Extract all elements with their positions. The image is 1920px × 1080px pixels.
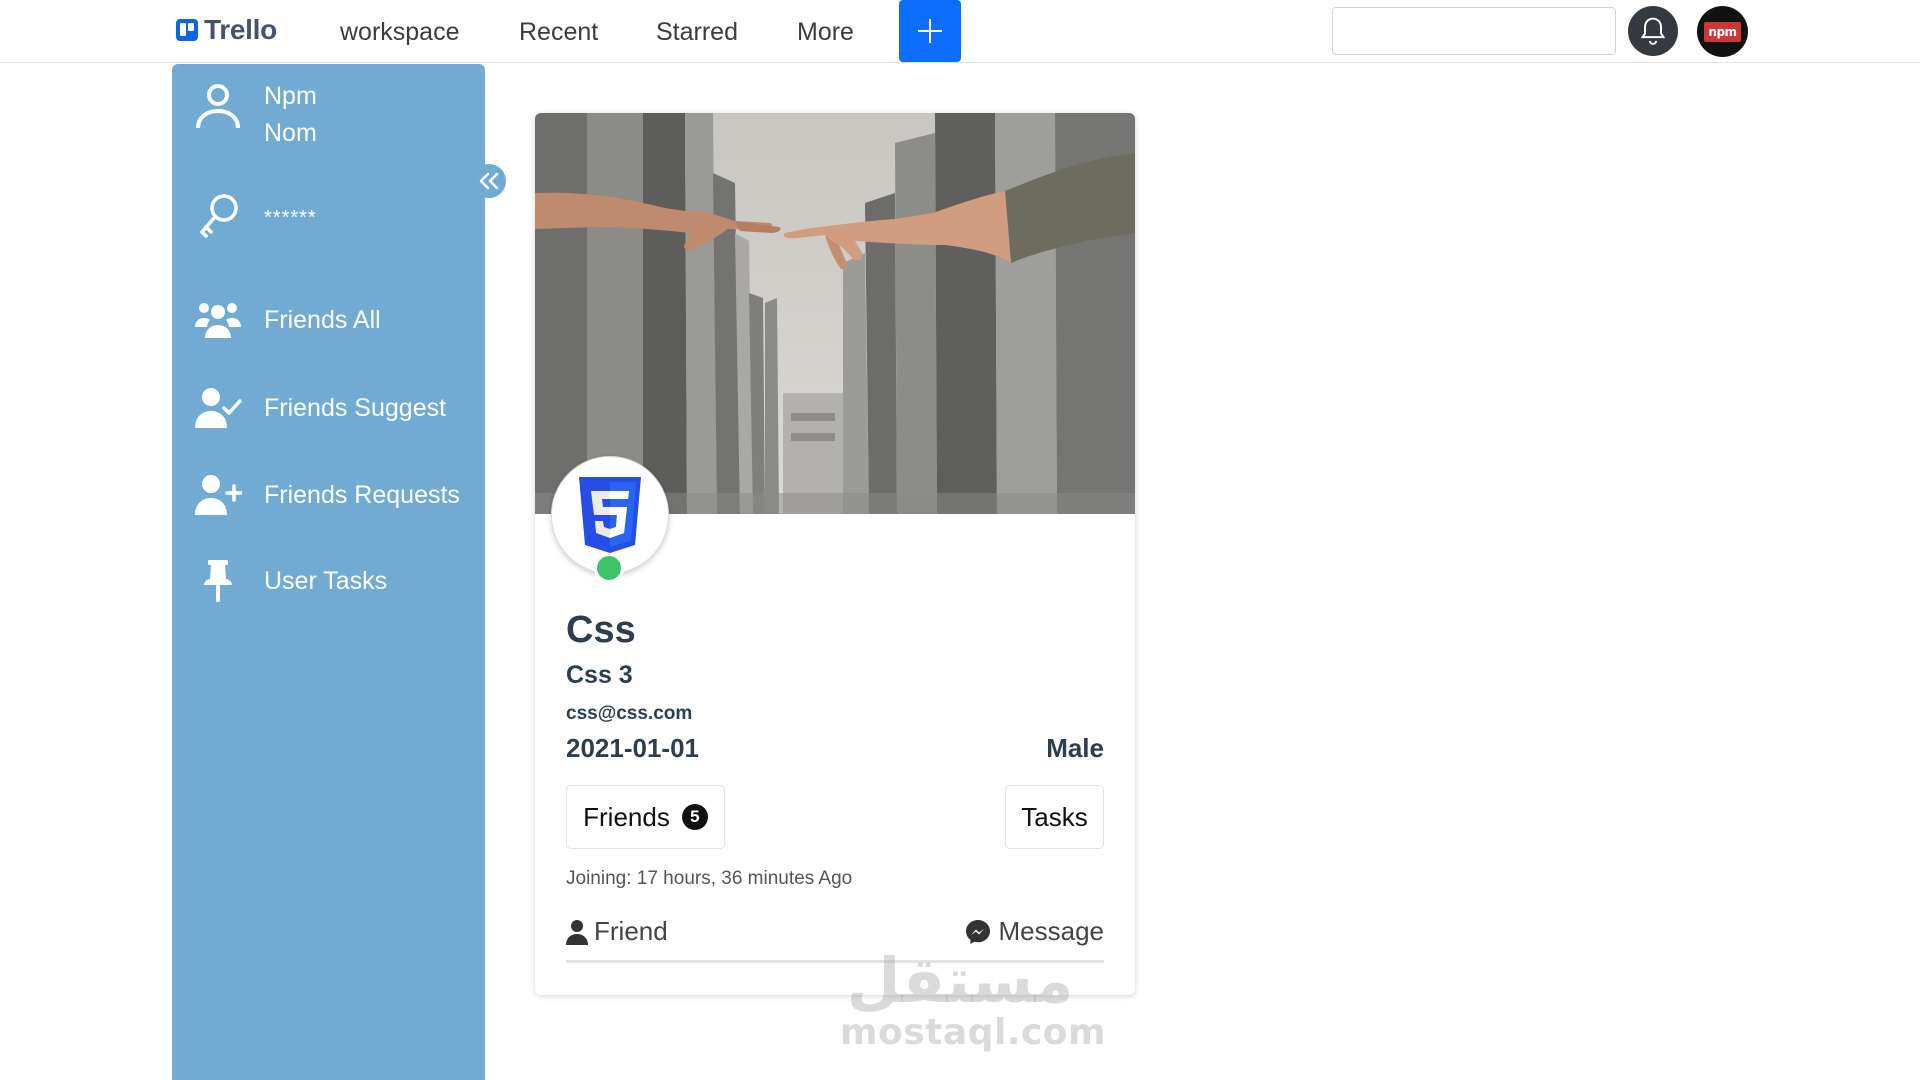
sidebar-item-label: User Tasks: [264, 566, 388, 595]
notifications-button[interactable]: [1628, 6, 1678, 56]
friend-action[interactable]: Friend: [566, 916, 668, 947]
sidebar-item-friends-requests[interactable]: Friends Requests: [194, 473, 460, 517]
add-button[interactable]: [899, 0, 961, 62]
message-action-label: Message: [998, 916, 1105, 946]
profile-gender: Male: [1046, 733, 1104, 763]
search-input[interactable]: [1332, 7, 1616, 55]
collapse-sidebar-button[interactable]: [472, 164, 506, 198]
card-divider: [566, 960, 1104, 963]
profile-name: Css: [566, 609, 636, 651]
online-status-indicator: [594, 553, 624, 583]
user-first-name: Npm: [264, 82, 317, 110]
friends-button-label: Friends: [583, 801, 670, 832]
tasks-button[interactable]: Tasks: [1005, 785, 1104, 849]
pushpin-icon: [204, 560, 232, 602]
watermark-latin: mostaql.com: [840, 1012, 1107, 1053]
profile-subname: Css 3: [566, 661, 633, 689]
brand-logo[interactable]: Trello: [176, 14, 277, 46]
brand-name: Trello: [204, 14, 277, 45]
sidebar-item-password[interactable]: ******: [194, 190, 317, 246]
user-avatar[interactable]: npm: [1697, 6, 1748, 57]
profile-email: css@css.com: [566, 703, 693, 724]
sidebar: Npm Nom ****** Friends All Friends Sugge…: [172, 64, 506, 1080]
sidebar-user[interactable]: Npm Nom: [194, 78, 317, 152]
friend-action-label: Friend: [594, 916, 668, 946]
user-last-name: Nom: [264, 119, 317, 147]
sidebar-item-label: Friends Suggest: [264, 393, 447, 422]
sidebar-item-label: Friends All: [264, 305, 381, 334]
user-plus-icon: [195, 475, 242, 515]
friends-button[interactable]: Friends 5: [566, 785, 725, 849]
user-check-icon: [195, 388, 242, 428]
tasks-button-label: Tasks: [1021, 801, 1088, 832]
messenger-icon: [965, 919, 990, 944]
sidebar-item-label: Friends Requests: [264, 480, 460, 509]
css3-logo-icon: [579, 477, 641, 553]
nav-link-workspace[interactable]: workspace: [340, 18, 460, 47]
profile-card: Css Css 3 css@css.com 2021-01-01 Male Fr…: [535, 113, 1135, 995]
password-mask: ******: [264, 206, 317, 229]
friends-count-badge: 5: [681, 804, 708, 830]
nav-link-more[interactable]: More: [797, 18, 854, 47]
joining-time: Joining: 17 hours, 36 minutes Ago: [566, 868, 853, 889]
message-action[interactable]: Message: [965, 916, 1105, 947]
trello-icon: [176, 19, 198, 41]
nav-link-starred[interactable]: Starred: [656, 18, 738, 47]
profile-birthdate: 2021-01-01: [566, 733, 699, 763]
user-icon: [196, 84, 240, 129]
user-icon: [566, 919, 588, 945]
bell-icon: [1640, 17, 1666, 45]
users-icon: [195, 303, 241, 338]
npm-logo: npm: [1704, 21, 1741, 42]
key-icon: [200, 194, 238, 238]
top-navbar: Trello workspace Recent Starred More npm: [0, 0, 1920, 63]
sidebar-item-friends-all[interactable]: Friends All: [194, 300, 381, 340]
double-chevron-left-icon: [479, 172, 499, 190]
nav-link-recent[interactable]: Recent: [519, 18, 598, 47]
sidebar-item-friends-suggest[interactable]: Friends Suggest: [194, 386, 446, 430]
cover-image: [535, 113, 1135, 514]
sidebar-item-user-tasks[interactable]: User Tasks: [194, 559, 387, 603]
